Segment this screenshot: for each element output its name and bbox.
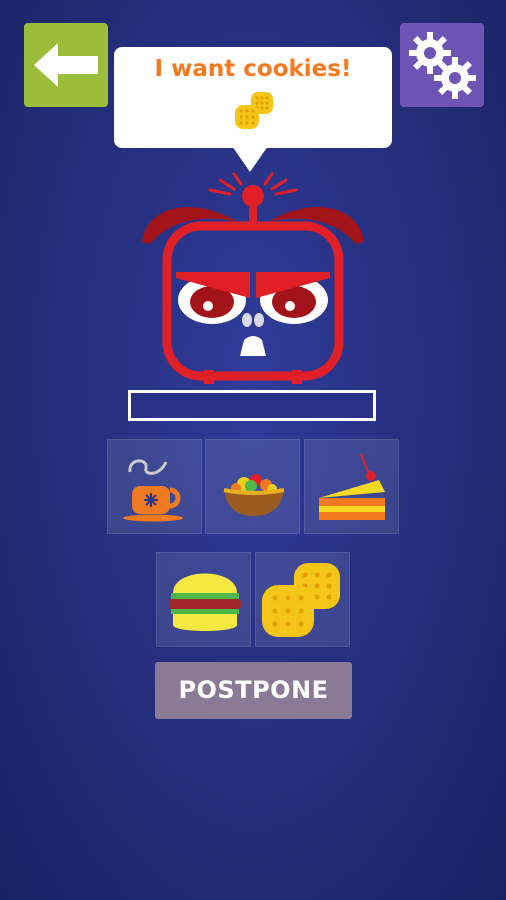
angry-robot-character — [142, 172, 364, 384]
cookies-icon — [262, 563, 340, 637]
cake-slice-icon — [319, 453, 385, 520]
back-arrow-icon — [34, 43, 98, 87]
request-text: I want cookies! — [154, 56, 352, 82]
back-button[interactable] — [24, 23, 108, 107]
food-tile-salad[interactable] — [205, 439, 300, 534]
progress-bar — [128, 390, 376, 421]
settings-button[interactable] — [400, 23, 484, 107]
postpone-button[interactable]: POSTPONE — [155, 662, 352, 719]
coffee-cup-icon — [123, 459, 183, 522]
burger-icon — [169, 573, 241, 631]
cookies-icon — [235, 92, 273, 129]
food-tile-cake[interactable] — [304, 439, 399, 534]
food-tile-cookies[interactable] — [255, 552, 350, 647]
food-tile-coffee[interactable] — [107, 439, 202, 534]
speech-bubble: I want cookies! — [114, 47, 392, 148]
food-tile-burger[interactable] — [156, 552, 251, 647]
gears-icon — [409, 32, 476, 99]
salad-bowl-icon — [223, 474, 285, 516]
